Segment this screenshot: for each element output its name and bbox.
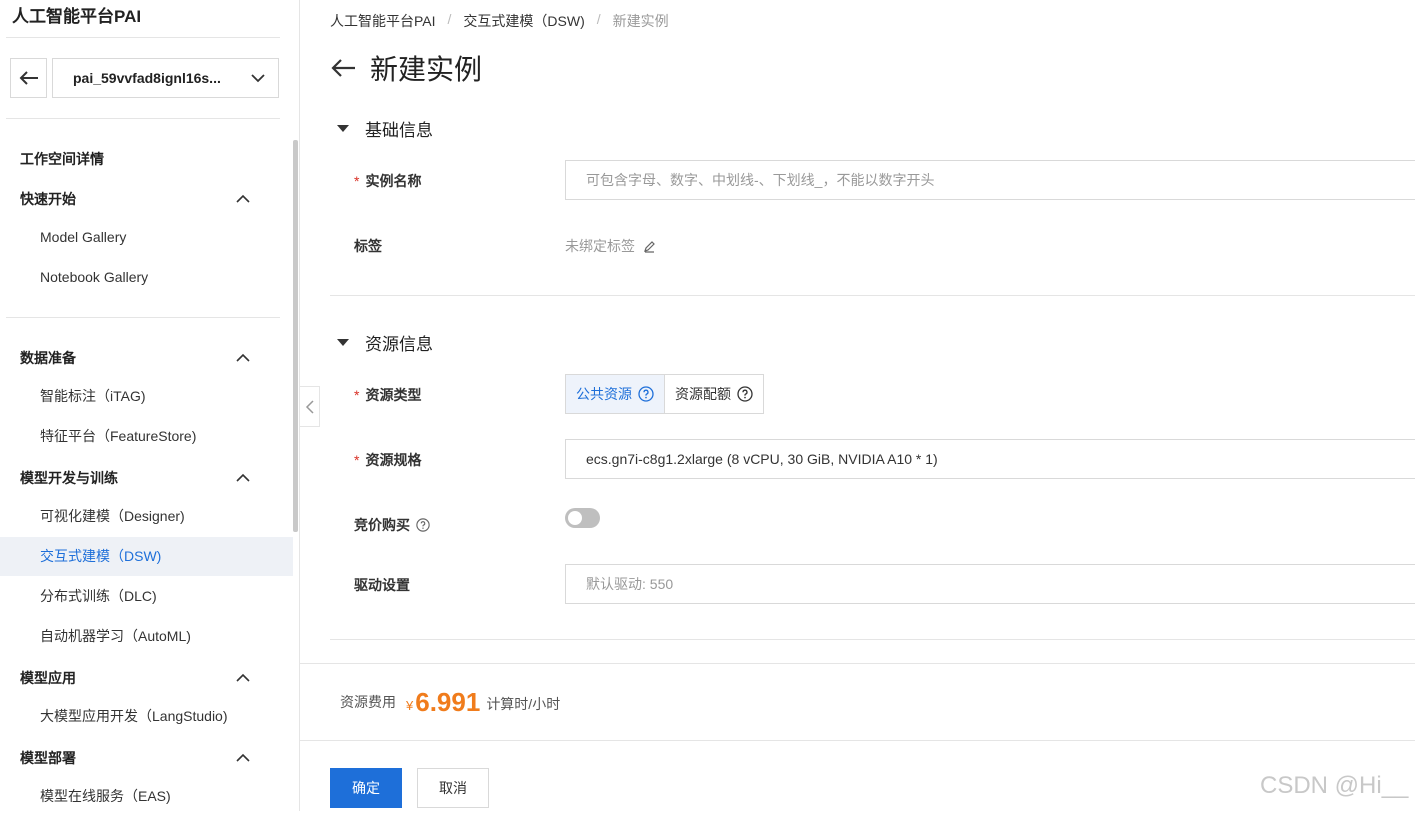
section-divider [330,639,1415,640]
page-title: 新建实例 [370,54,483,85]
driver-input[interactable] [565,564,1415,604]
chevron-up-icon[interactable] [235,751,251,763]
help-icon[interactable] [737,386,753,402]
edit-icon[interactable] [643,240,656,253]
section-title: 基础信息 [365,121,433,140]
driver-label: 驱动设置 [354,575,410,595]
brand-title: 人工智能平台PAI [12,7,142,26]
label-text: 资源类型 [365,387,422,403]
instance-name-label: * 实例名称 [354,171,421,191]
nav-group-quickstart[interactable]: 快速开始 [20,189,76,209]
breadcrumb-item[interactable]: 人工智能平台PAI [330,11,436,31]
collapse-triangle-icon [337,125,349,132]
help-icon[interactable] [416,518,430,532]
nav-group-deploy[interactable]: 模型部署 [20,748,76,768]
section-basic-header[interactable]: 基础信息 [337,116,433,141]
tags-value[interactable]: 未绑定标签 [565,236,656,256]
toggle-knob [568,511,582,525]
nav-item-featurestore[interactable]: 特征平台（FeatureStore) [0,417,293,456]
section-title: 资源信息 [365,335,433,354]
resource-type-label: * 资源类型 [354,385,421,405]
breadcrumb-separator: / [447,11,452,27]
chevron-up-icon[interactable] [235,671,251,683]
tags-text: 未绑定标签 [565,238,635,254]
nav-item-eas[interactable]: 模型在线服务（EAS) [0,777,293,816]
confirm-button[interactable]: 确定 [330,768,402,808]
nav-item-automl[interactable]: 自动机器学习（AutoML) [0,617,293,656]
workspace-name: pai_59vvfad8ignl16s... [73,70,221,86]
nav-item-langstudio[interactable]: 大模型应用开发（LangStudio) [0,697,293,736]
label-text: 标签 [354,238,382,254]
collapse-triangle-icon [337,339,349,346]
divider [6,317,280,318]
chevron-down-icon [251,74,265,83]
arrow-left-icon [19,71,38,85]
nav-group-data-prep[interactable]: 数据准备 [20,348,76,368]
watermark: CSDN @Hi__ [1260,772,1409,799]
resource-spec-label: * 资源规格 [354,450,421,470]
main-content: 人工智能平台PAI / 交互式建模（DSW) / 新建实例 新建实例 基础信息 … [300,0,1415,811]
nav-item-model-gallery[interactable]: Model Gallery [0,218,293,257]
required-mark: * [354,452,360,468]
back-arrow-icon[interactable] [330,57,356,79]
tags-label: 标签 [354,236,382,256]
currency-symbol: ¥ [406,697,414,713]
nav-workspace-detail[interactable]: 工作空间详情 [20,149,104,169]
sidebar: 人工智能平台PAI pai_59vvfad8ignl16s... 工作空间详情 … [0,0,300,811]
spot-toggle[interactable] [565,508,600,528]
cancel-button[interactable]: 取消 [417,768,489,808]
workspace-back-button[interactable] [10,58,47,98]
nav-item-dsw[interactable]: 交互式建模（DSW) [0,537,293,576]
cost-label: 资源费用 [340,694,396,710]
chevron-up-icon[interactable] [235,351,251,363]
resource-type-public[interactable]: 公共资源 [566,375,664,413]
nav-item-designer[interactable]: 可视化建模（Designer) [0,497,293,536]
nav-item-dlc[interactable]: 分布式训练（DLC) [0,577,293,616]
option-label: 公共资源 [576,386,632,402]
cost-bar: 资源费用 ¥ 6.991 计算时/小时 [300,663,1415,741]
cost-value: 6.991 [415,686,481,717]
divider [6,37,280,38]
resource-type-quota[interactable]: 资源配额 [664,375,763,413]
breadcrumb: 人工智能平台PAI / 交互式建模（DSW) / 新建实例 [330,11,669,31]
divider [6,118,280,119]
section-divider [330,295,1415,296]
instance-name-input[interactable] [565,160,1415,200]
breadcrumb-item[interactable]: 交互式建模（DSW) [463,11,584,31]
section-resource-header[interactable]: 资源信息 [337,330,433,355]
nav-group-dev-train[interactable]: 模型开发与训练 [20,468,118,488]
nav-group-model-app[interactable]: 模型应用 [20,668,76,688]
page-title-row: 新建实例 [330,48,482,88]
spot-label: 竞价购买 [354,515,430,535]
label-text: 驱动设置 [354,577,410,593]
help-icon[interactable] [638,386,654,402]
cost-unit: 计算时/小时 [486,696,561,712]
chevron-up-icon[interactable] [235,471,251,483]
option-label: 资源配额 [675,386,731,402]
nav-item-notebook-gallery[interactable]: Notebook Gallery [0,258,293,297]
required-mark: * [354,387,360,403]
label-text: 实例名称 [365,173,422,189]
breadcrumb-separator: / [596,11,601,27]
label-text: 竞价购买 [354,517,410,533]
required-mark: * [354,173,360,189]
chevron-up-icon[interactable] [235,192,251,204]
nav-item-itag[interactable]: 智能标注（iTAG) [0,377,293,416]
workspace-select[interactable]: pai_59vvfad8ignl16s... [52,58,279,98]
breadcrumb-current: 新建实例 [612,13,669,29]
resource-spec-select[interactable]: ecs.gn7i-c8g1.2xlarge (8 vCPU, 30 GiB, N… [565,439,1415,479]
label-text: 资源规格 [365,452,422,468]
sidebar-scrollbar[interactable] [293,140,298,532]
resource-type-selector: 公共资源 资源配额 [565,374,764,414]
